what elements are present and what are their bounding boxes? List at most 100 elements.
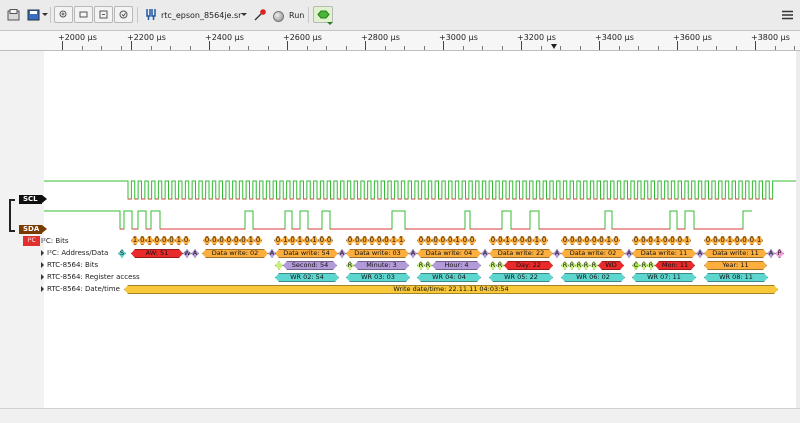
ruler-minor-tick [404,46,405,50]
zoom-in-button[interactable] [54,6,73,23]
channel-group-bracket [9,199,15,232]
expand-arrow-icon [41,250,44,256]
zoom-one-to-one-button[interactable] [114,6,133,23]
address-data-annotation[interactable]: Data write: 02 [561,249,625,258]
ruler-tick-label: +3400 µs [595,33,634,42]
add-decoder-button[interactable] [313,6,333,23]
register-access-annotation[interactable]: WR 04: 04 [417,273,481,282]
rtc-bits-annotation[interactable]: Year: 11 [704,261,767,270]
ruler-tick-label: +2200 µs [127,33,166,42]
save-button[interactable] [24,6,43,23]
toolbar-separator [308,7,309,23]
cursor-marker[interactable] [551,44,557,49]
decoder-dropdown-caret[interactable] [327,22,333,25]
ruler-minor-tick [540,46,542,50]
rtc-bits-annotation[interactable]: Minute: 3 [354,261,409,270]
rtc-bits-annotation[interactable]: Mon: 11 [655,261,695,270]
device-selector[interactable]: rtc_epson_8564je.sr [161,11,241,20]
rtc-bits-annotation[interactable]: Second: 54 [283,261,337,270]
row-label-text: RTC-8564: Bits [47,261,99,269]
horizontal-scrollbar[interactable] [0,408,800,423]
row-label-text: I²C: Address/Data [47,249,109,257]
address-data-annotation[interactable]: Data write: 03 [346,249,409,258]
ruler-minor-tick [170,46,171,50]
rtc-bits-annotation[interactable]: WD [598,261,624,270]
rtc-bits-annotation[interactable]: Day: 22 [504,261,553,270]
ruler-tick-label: +2600 µs [283,33,322,42]
row-label-text: RTC-8564: Date/time [47,285,120,293]
ruler-minor-tick [560,46,561,50]
run-label[interactable]: Run [289,11,304,20]
datetime-annotation[interactable]: Write date/time: 22.11.11 04:03:54 [124,285,778,294]
ruler-minor-tick [735,46,737,50]
register-access-annotation[interactable]: WR 06: 02 [561,273,625,282]
ruler-minor-tick [696,46,698,50]
zoom-fit-button[interactable] [94,6,113,23]
register-access-annotation[interactable]: WR 03: 03 [346,273,410,282]
ruler-minor-tick [81,46,83,50]
ruler-tick-label: +2400 µs [205,33,244,42]
ruler-major-tick [755,41,756,50]
device-config-button[interactable] [250,6,269,23]
zoom-out-icon [79,11,88,18]
vertical-scrollbar[interactable] [796,51,800,408]
row-label-rtc-datetime[interactable]: RTC-8564: Date/time [41,285,120,293]
open-file-button[interactable] [4,6,23,23]
ruler-minor-tick [462,46,464,50]
time-ruler[interactable]: +2000 µs +2200 µs +2400 µs +2600 µs +2800 µs… [0,31,800,51]
address-data-annotation[interactable]: Data write: 22 [489,249,553,258]
address-data-annotation[interactable]: AW: 51 [131,249,183,258]
address-data-annotation[interactable]: Data write: 54 [275,249,338,258]
ruler-minor-tick [774,46,776,50]
device-dropdown-caret[interactable] [241,13,247,16]
save-icon [27,9,39,20]
ruler-major-tick [365,41,366,50]
row-label-text: RTC-8564: Register access [47,273,140,281]
rtc-bits-annotation[interactable]: Hour: 4 [432,261,481,270]
sda-channel-tag[interactable]: SDA [19,225,47,234]
scl-trace [44,180,796,200]
address-data-annotation[interactable]: Data write: 02 [202,249,268,258]
toolbar-separator [50,7,51,23]
ruler-minor-tick [384,46,386,50]
expand-arrow-icon [41,286,44,292]
register-access-annotation[interactable]: WR 05: 22 [489,273,553,282]
scl-channel-tag[interactable]: SCL [19,195,47,204]
ruler-tick-label: +3200 µs [517,33,556,42]
ruler-minor-tick [120,46,122,50]
ruler-minor-tick [579,46,581,50]
register-access-annotation[interactable]: WR 02: 54 [275,273,339,282]
ruler-minor-tick [716,46,717,50]
ruler-minor-tick [306,46,308,50]
ruler-minor-tick [267,46,269,50]
trace-view[interactable] [44,51,796,408]
register-access-annotation[interactable]: WR 08: 11 [704,273,768,282]
expand-arrow-icon [41,262,44,268]
run-icon[interactable] [273,11,284,22]
save-dropdown-caret[interactable] [42,13,48,16]
address-data-annotation[interactable]: Data write: 04 [417,249,481,258]
ruler-tick-label: +3800 µs [751,33,790,42]
row-label-rtc-bits[interactable]: RTC-8564: Bits [41,261,98,269]
address-data-annotation[interactable]: Data write: 11 [704,249,767,258]
main-menu-button[interactable] [778,6,797,23]
main-toolbar: rtc_epson_8564je.sr Run [0,0,800,31]
ruler-minor-tick [248,46,249,50]
ruler-major-tick [677,41,678,50]
zoom-fit-icon [99,10,108,19]
ruler-minor-tick [482,46,483,50]
zoom-out-button[interactable] [74,6,93,23]
decoder-icon [316,10,330,19]
row-label-rtc-register-access[interactable]: RTC-8564: Register access [41,273,140,281]
toolbar-separator [137,7,138,23]
probe-config-button[interactable] [141,6,160,23]
row-label-i2c-bits[interactable]: I²C: Bits [41,237,68,245]
address-data-annotation[interactable]: Data write: 11 [632,249,696,258]
row-label-i2c-address-data[interactable]: I²C: Address/Data [41,249,108,257]
sda-trace [44,210,752,230]
ruler-minor-tick [501,46,503,50]
ruler-major-tick [131,41,132,50]
decoder-badge[interactable]: I²C [23,236,40,246]
ruler-minor-tick [189,46,191,50]
register-access-annotation[interactable]: WR 07: 11 [632,273,696,282]
